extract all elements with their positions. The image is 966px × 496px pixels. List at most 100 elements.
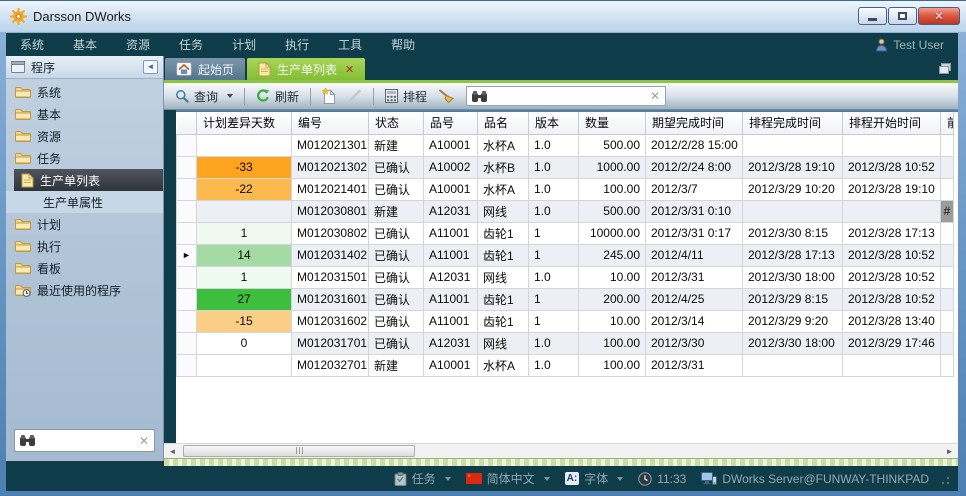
table-cell[interactable]: 齿轮1 [478, 310, 529, 332]
table-cell[interactable]: A12031 [424, 332, 478, 354]
menu-item[interactable]: 基本 [73, 36, 97, 53]
table-cell[interactable]: 2012/3/30 8:15 [743, 222, 843, 244]
table-cell[interactable]: 27 [197, 288, 292, 310]
table-cell[interactable]: 齿轮1 [478, 288, 529, 310]
table-cell[interactable]: 水杯A [478, 354, 529, 376]
table-cell[interactable]: 10.00 [579, 266, 646, 288]
close-button[interactable]: ✕ [918, 7, 960, 25]
table-cell[interactable] [941, 134, 954, 156]
table-cell[interactable]: 2012/3/28 19:10 [743, 156, 843, 178]
table-cell[interactable]: 2012/3/31 [646, 354, 743, 376]
table-cell[interactable]: M012030801 [292, 200, 369, 222]
sidebar-item[interactable]: 计划 [6, 213, 163, 235]
user-indicator[interactable]: Test User [875, 38, 944, 52]
minimize-button[interactable] [858, 7, 887, 25]
table-cell[interactable]: M012031701 [292, 332, 369, 354]
table-cell[interactable]: 1.0 [529, 134, 579, 156]
sidebar-item[interactable]: 系统 [6, 81, 163, 103]
clean-button[interactable] [434, 87, 458, 105]
resize-grip[interactable] [940, 473, 950, 485]
table-cell[interactable]: 2012/4/11 [646, 244, 743, 266]
table-cell[interactable]: A11001 [424, 310, 478, 332]
table-row[interactable]: ►14M012031402已确认A11001齿轮11245.002012/4/1… [177, 244, 954, 266]
table-cell[interactable]: 已确认 [369, 332, 424, 354]
table-cell[interactable]: A11001 [424, 244, 478, 266]
table-cell[interactable]: 2012/3/31 [646, 266, 743, 288]
table-cell[interactable]: M012031501 [292, 266, 369, 288]
table-cell[interactable]: M012031402 [292, 244, 369, 266]
scroll-right-icon[interactable]: ► [941, 444, 958, 459]
menu-item[interactable]: 任务 [179, 36, 203, 53]
tab-close-icon[interactable]: ✕ [345, 63, 354, 76]
table-cell[interactable]: 网线 [478, 200, 529, 222]
row-indicator-cell[interactable] [177, 288, 197, 310]
sidebar-search-input[interactable] [40, 434, 134, 448]
scrollbar-thumb[interactable] [183, 445, 415, 457]
table-row[interactable]: 1M012030802已确认A11001齿轮1110000.002012/3/3… [177, 222, 954, 244]
table-cell[interactable]: 200.00 [579, 288, 646, 310]
table-cell[interactable]: 已确认 [369, 266, 424, 288]
menu-item[interactable]: 执行 [285, 36, 309, 53]
table-cell[interactable]: 2012/3/28 17:13 [843, 222, 941, 244]
table-cell[interactable]: M012021302 [292, 156, 369, 178]
column-header[interactable]: 品号 [424, 112, 478, 134]
column-header[interactable]: 排程完成时间 [743, 112, 843, 134]
table-cell[interactable]: 新建 [369, 200, 424, 222]
row-indicator-cell[interactable] [177, 332, 197, 354]
table-cell[interactable] [197, 354, 292, 376]
table-row[interactable]: 0M012031701已确认A12031网线1.0100.002012/3/30… [177, 332, 954, 354]
table-cell[interactable]: -15 [197, 310, 292, 332]
table-row[interactable]: -33M012021302已确认A10002水杯B1.01000.002012/… [177, 156, 954, 178]
sidebar-item[interactable]: 执行 [6, 235, 163, 257]
table-cell[interactable]: -22 [197, 178, 292, 200]
sidebar-item[interactable]: 任务 [6, 147, 163, 169]
new-button[interactable] [318, 86, 340, 106]
table-cell[interactable] [843, 134, 941, 156]
table-cell[interactable]: A10001 [424, 134, 478, 156]
table-cell[interactable]: 500.00 [579, 134, 646, 156]
title-bar[interactable]: Darsson DWorks ✕ [0, 1, 966, 33]
table-cell[interactable]: 2012/3/31 0:10 [646, 200, 743, 222]
table-cell[interactable]: M012030802 [292, 222, 369, 244]
table-cell[interactable]: 2012/3/30 18:00 [743, 332, 843, 354]
menu-item[interactable]: 工具 [338, 36, 362, 53]
table-row[interactable]: M012021301新建A10001水杯A1.0500.002012/2/28 … [177, 134, 954, 156]
row-indicator-cell[interactable] [177, 354, 197, 376]
table-cell[interactable]: 2012/2/28 15:00 [646, 134, 743, 156]
table-cell[interactable]: A11001 [424, 222, 478, 244]
menu-item[interactable]: 帮助 [391, 36, 415, 53]
sidebar-item[interactable]: 看板 [6, 257, 163, 279]
table-cell[interactable]: 水杯B [478, 156, 529, 178]
table-cell[interactable] [743, 200, 843, 222]
table-cell[interactable]: 2012/2/24 8:00 [646, 156, 743, 178]
table-cell[interactable]: 2012/3/29 10:20 [743, 178, 843, 200]
table-cell[interactable]: 水杯A [478, 178, 529, 200]
table-cell[interactable]: M012021401 [292, 178, 369, 200]
tab-list-icon[interactable] [938, 63, 952, 75]
table-cell[interactable]: 2012/3/28 10:52 [843, 288, 941, 310]
status-font-menu[interactable]: A: 字体 [565, 470, 624, 487]
table-cell[interactable]: 齿轮1 [478, 222, 529, 244]
table-cell[interactable]: 已确认 [369, 222, 424, 244]
table-cell[interactable]: 网线 [478, 266, 529, 288]
table-cell[interactable]: # [941, 200, 954, 222]
table-cell[interactable] [941, 266, 954, 288]
table-cell[interactable] [197, 200, 292, 222]
table-cell[interactable]: 1.0 [529, 266, 579, 288]
table-cell[interactable]: A11001 [424, 288, 478, 310]
table-cell[interactable]: 2012/3/28 10:52 [843, 244, 941, 266]
column-header[interactable]: 期望完成时间 [646, 112, 743, 134]
table-cell[interactable]: A12031 [424, 266, 478, 288]
refresh-button[interactable]: 刷新 [252, 86, 303, 107]
table-cell[interactable]: 2012/4/25 [646, 288, 743, 310]
table-cell[interactable]: 1.0 [529, 178, 579, 200]
table-cell[interactable]: 100.00 [579, 354, 646, 376]
table-cell[interactable]: 新建 [369, 134, 424, 156]
column-header[interactable]: 状态 [369, 112, 424, 134]
table-cell[interactable]: M012031601 [292, 288, 369, 310]
table-cell[interactable]: 1 [197, 222, 292, 244]
table-cell[interactable]: 1 [197, 266, 292, 288]
row-indicator-cell[interactable] [177, 266, 197, 288]
table-cell[interactable]: 1 [529, 288, 579, 310]
table-row[interactable]: M012032701新建A10001水杯A1.0100.002012/3/31 [177, 354, 954, 376]
